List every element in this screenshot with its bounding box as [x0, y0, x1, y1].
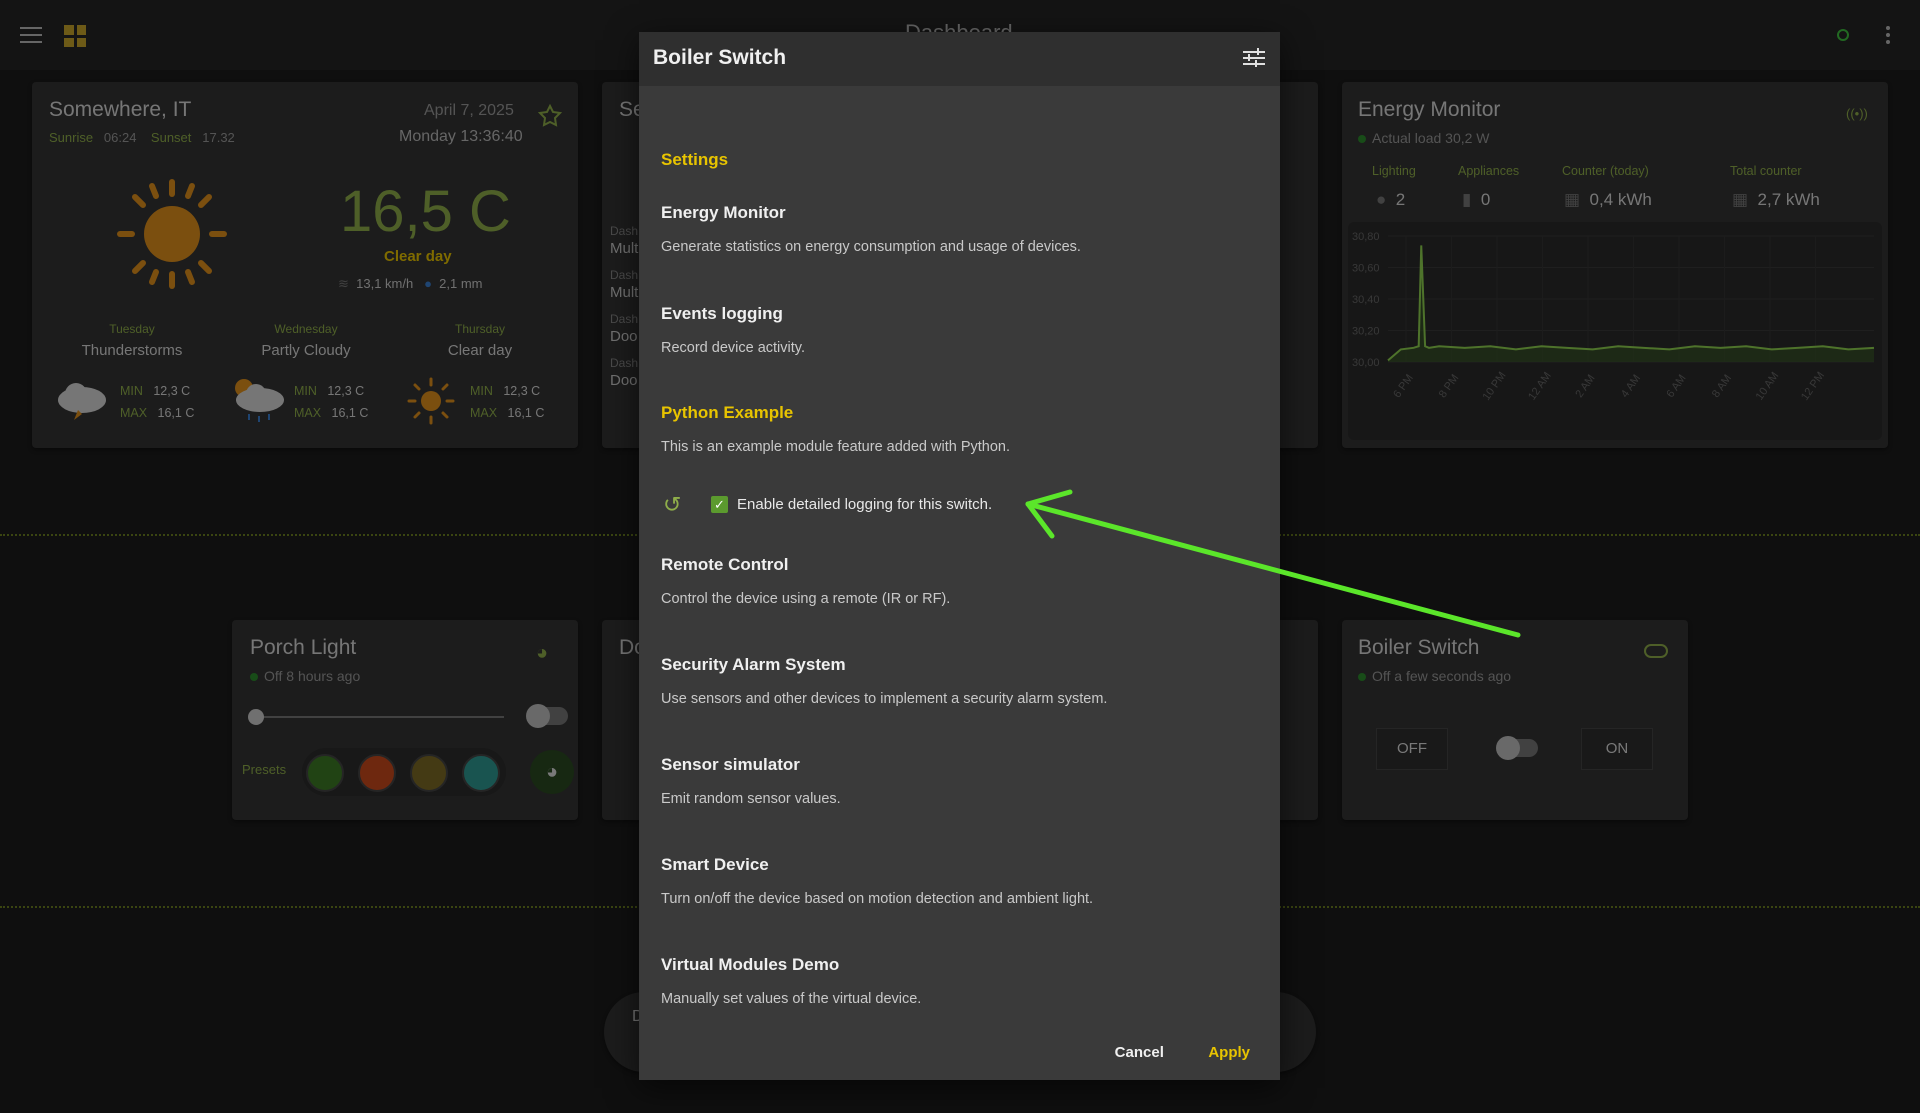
- annotation-arrow: [1025, 489, 1521, 638]
